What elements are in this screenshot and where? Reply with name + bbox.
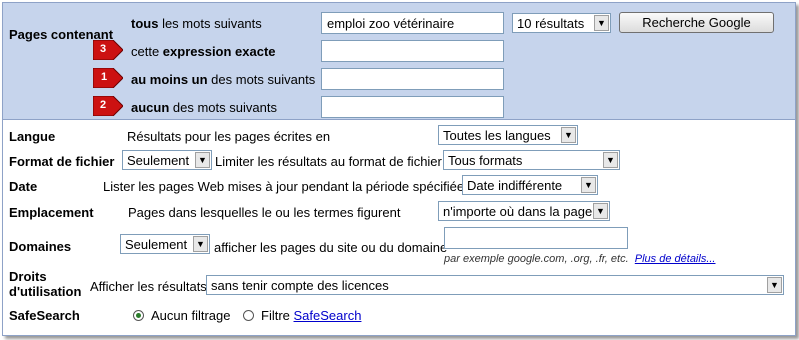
safesearch-filter-radio[interactable] — [243, 310, 254, 321]
google-search-button[interactable]: Recherche Google — [619, 12, 774, 33]
all-words-input[interactable] — [321, 12, 504, 34]
domain-input[interactable] — [444, 227, 628, 249]
domains-mode-select[interactable]: Seulement ▼ — [120, 234, 210, 254]
usage-rights-select[interactable]: sans tenir compte des licences ▼ — [206, 275, 784, 295]
usage-rights-label: Droits d'utilisation — [9, 269, 82, 299]
badge-3-icon — [93, 40, 123, 60]
more-details-link[interactable]: Plus de détails... — [635, 253, 716, 265]
exact-phrase-input[interactable] — [321, 40, 504, 62]
usage-rights-desc: Afficher les résultats — [90, 279, 207, 294]
date-label: Date — [9, 179, 38, 194]
file-format-mode-select[interactable]: Seulement ▼ — [122, 150, 212, 170]
any-words-label: au moins un des mots suivants — [131, 72, 316, 87]
badge-1-icon — [93, 68, 123, 88]
chevron-down-icon: ▼ — [603, 152, 618, 168]
domains-desc: afficher les pages du site ou du domaine — [214, 240, 448, 255]
safesearch-filter-label: Filtre SafeSearch — [261, 308, 362, 323]
no-filter-radio[interactable] — [133, 310, 144, 321]
chevron-down-icon: ▼ — [581, 177, 596, 193]
badge-2-number: 2 — [100, 99, 107, 111]
domains-label: Domaines — [9, 239, 72, 254]
date-desc: Lister les pages Web mises à jour pendan… — [103, 179, 465, 194]
chevron-down-icon: ▼ — [195, 152, 210, 168]
all-words-label: tous les mots suivants — [131, 16, 262, 31]
none-words-label: aucun des mots suivants — [131, 100, 277, 115]
file-format-desc: Limiter les résultats au format de fichi… — [215, 154, 442, 169]
location-select[interactable]: n'importe où dans la page ▼ — [438, 201, 610, 221]
language-label: Langue — [9, 129, 56, 144]
any-words-input[interactable] — [321, 68, 504, 90]
safesearch-link[interactable]: SafeSearch — [294, 308, 362, 323]
language-desc: Résultats pour les pages écrites en — [127, 129, 331, 144]
advanced-search-panel: Pages contenant tous les mots suivants 1… — [2, 2, 796, 336]
file-format-label: Format de fichier — [9, 154, 115, 169]
safesearch-label: SafeSearch — [9, 308, 80, 323]
language-select[interactable]: Toutes les langues ▼ — [438, 125, 578, 145]
file-format-select[interactable]: Tous formats ▼ — [443, 150, 620, 170]
chevron-down-icon: ▼ — [561, 127, 576, 143]
no-filter-label: Aucun filtrage — [151, 308, 231, 323]
none-words-input[interactable] — [321, 96, 504, 118]
date-select[interactable]: Date indifférente ▼ — [462, 175, 598, 195]
domain-hint: par exemple google.com, .org, .fr, etc. … — [444, 253, 716, 265]
exact-phrase-label: cette expression exacte — [131, 44, 276, 59]
location-desc: Pages dans lesquelles le ou les termes f… — [128, 205, 401, 220]
badge-3-number: 3 — [100, 43, 107, 55]
chevron-down-icon: ▼ — [594, 15, 609, 31]
location-label: Emplacement — [9, 205, 94, 220]
chevron-down-icon: ▼ — [593, 203, 608, 219]
badge-2-icon — [93, 96, 123, 116]
chevron-down-icon: ▼ — [767, 277, 782, 293]
badge-1-number: 1 — [101, 71, 108, 83]
results-count-select[interactable]: 10 résultats ▼ — [512, 13, 611, 33]
chevron-down-icon: ▼ — [193, 236, 208, 252]
